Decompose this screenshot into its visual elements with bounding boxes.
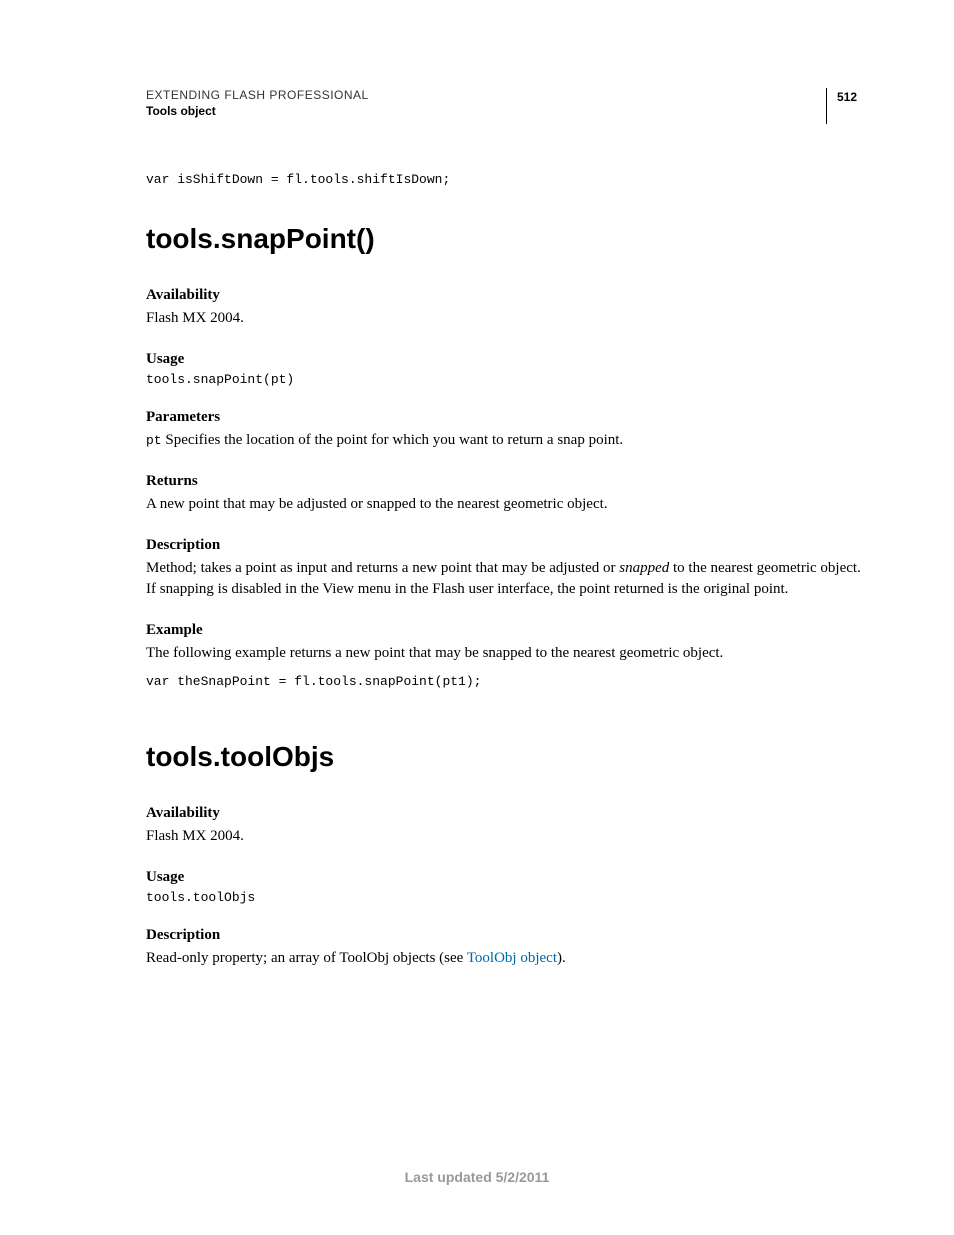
page-number: 512 xyxy=(837,90,864,104)
header-title: EXTENDING FLASH PROFESSIONAL xyxy=(146,88,826,102)
toolobj-link[interactable]: ToolObj object xyxy=(467,950,557,966)
description-text: Method; takes a point as input and retur… xyxy=(146,558,864,600)
param-name: pt xyxy=(146,433,162,448)
returns-heading: Returns xyxy=(146,473,864,490)
footer-updated: Last updated 5/2/2011 xyxy=(0,1169,954,1185)
usage-code: tools.snapPoint(pt) xyxy=(146,372,864,387)
section-title-snappoint: tools.snapPoint() xyxy=(146,223,864,255)
description2-text: Read-only property; an array of ToolObj … xyxy=(146,948,864,969)
availability-text: Flash MX 2004. xyxy=(146,308,864,329)
desc-em: snapped xyxy=(619,560,669,576)
usage-heading: Usage xyxy=(146,351,864,368)
top-code-block: var isShiftDown = fl.tools.shiftIsDown; xyxy=(146,172,864,187)
parameters-heading: Parameters xyxy=(146,409,864,426)
description2-heading: Description xyxy=(146,927,864,944)
example-heading: Example xyxy=(146,622,864,639)
returns-text: A new point that may be adjusted or snap… xyxy=(146,494,864,515)
description-heading: Description xyxy=(146,537,864,554)
header-subtitle: Tools object xyxy=(146,104,826,118)
desc2-post: ). xyxy=(557,950,566,966)
header-left: EXTENDING FLASH PROFESSIONAL Tools objec… xyxy=(146,88,826,118)
example-code: var theSnapPoint = fl.tools.snapPoint(pt… xyxy=(146,674,864,689)
section-title-toolobjs: tools.toolObjs xyxy=(146,741,864,773)
availability-heading: Availability xyxy=(146,287,864,304)
example-text: The following example returns a new poin… xyxy=(146,643,864,664)
availability2-heading: Availability xyxy=(146,805,864,822)
page-header: EXTENDING FLASH PROFESSIONAL Tools objec… xyxy=(146,88,864,124)
param-desc: Specifies the location of the point for … xyxy=(162,432,624,448)
availability2-text: Flash MX 2004. xyxy=(146,826,864,847)
parameters-text: pt Specifies the location of the point f… xyxy=(146,430,864,451)
desc2-pre: Read-only property; an array of ToolObj … xyxy=(146,950,467,966)
usage2-code: tools.toolObjs xyxy=(146,890,864,905)
page-number-box: 512 xyxy=(826,88,864,124)
usage2-heading: Usage xyxy=(146,869,864,886)
page-content: EXTENDING FLASH PROFESSIONAL Tools objec… xyxy=(0,0,954,969)
desc-pre: Method; takes a point as input and retur… xyxy=(146,560,619,576)
